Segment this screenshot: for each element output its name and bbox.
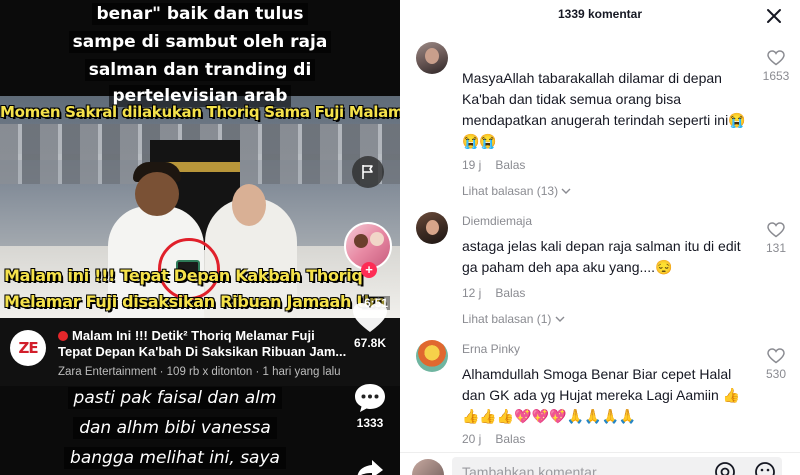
reply-button[interactable]: Balas <box>495 432 525 446</box>
embedded-video-info: ZE Malam Ini !!! Detik² Thoriq Melamar F… <box>0 318 400 386</box>
follow-button[interactable]: + <box>361 262 377 278</box>
heart-icon <box>767 348 785 364</box>
comment-text: MasyaAllah tabarakallah dilamar di depan… <box>462 70 746 149</box>
caption-line-3: salman dan tranding di <box>0 59 400 81</box>
subtitle-line-3: bangga melihat ini, saya <box>0 447 350 469</box>
reply-button[interactable]: Balas <box>495 286 525 300</box>
emoji-icon[interactable] <box>754 461 776 475</box>
comment-meta: 12 j Balas <box>462 286 525 300</box>
comment-like-button[interactable]: 530 <box>756 348 796 381</box>
comments-panel: 1339 komentar MasyaAllah tabarakallah di… <box>400 0 800 475</box>
report-button[interactable] <box>352 156 384 188</box>
comment-username[interactable]: Diemdiemaja <box>462 214 532 228</box>
share-icon <box>357 460 383 475</box>
comment-button[interactable]: 1333 <box>346 382 394 430</box>
subtitle-line-1: pasti pak faisal dan alm <box>0 387 350 409</box>
comment-text: astaga jelas kali depan raja salman itu … <box>462 238 741 275</box>
avatar <box>412 459 444 475</box>
embedded-video-meta: Zara Entertainment · 109 rb x ditonton ·… <box>58 366 341 378</box>
video-overlay-line-1: Malam ini !!! Tepat Depan Kakbah Thoriq <box>4 266 363 285</box>
comment-time: 20 j <box>462 432 482 446</box>
comments-header: 1339 komentar <box>400 0 800 28</box>
comments-count: 1339 komentar <box>557 7 643 21</box>
caption-line-2: sampe di sambut oleh raja <box>0 31 400 53</box>
comment-meta: 19 j Balas <box>462 158 525 172</box>
comment-icon <box>355 384 385 412</box>
like-count: 67.8K <box>353 336 387 350</box>
subtitle-line-2: dan alhm bibi vanessa <box>0 417 350 439</box>
comment-time: 12 j <box>462 286 482 300</box>
video-player[interactable]: benar" baik dan tulus sampe di sambut ol… <box>0 0 400 475</box>
channel-logo: ZE <box>10 330 46 366</box>
heart-icon <box>767 222 785 238</box>
avatar[interactable] <box>416 340 448 372</box>
comment-text: Alhamdullah Smoga Benar Biar cepet Halal… <box>462 366 741 424</box>
groom-head <box>135 172 179 216</box>
close-button[interactable] <box>762 4 786 28</box>
reply-button[interactable]: Balas <box>495 158 525 172</box>
heart-icon <box>353 303 387 332</box>
flag-icon <box>362 165 373 179</box>
comment-like-button[interactable]: 131 <box>756 222 796 255</box>
avatar[interactable] <box>416 42 448 74</box>
view-replies-button[interactable]: Lihat balasan (1) <box>462 312 565 326</box>
close-icon <box>767 9 781 23</box>
comment-meta: 20 j Balas <box>462 432 525 446</box>
embedded-video-title: Malam Ini !!! Detik² Thoriq Melamar Fuji… <box>58 328 347 359</box>
comment-like-count: 530 <box>765 367 787 381</box>
comment-like-button[interactable]: 1653 <box>756 50 796 83</box>
like-button[interactable]: 67.8K <box>346 302 394 350</box>
chevron-down-icon <box>561 188 571 194</box>
bride-face <box>232 184 266 226</box>
comment-like-count: 131 <box>765 241 787 255</box>
chevron-down-icon <box>555 316 565 322</box>
at-icon[interactable] <box>714 461 736 475</box>
comment-username[interactable]: Erna Pinky <box>462 342 520 356</box>
heart-icon <box>767 50 785 66</box>
live-dot-icon <box>58 331 68 341</box>
comment-like-count: 1653 <box>762 69 790 83</box>
view-replies-button[interactable]: Lihat balasan (13) <box>462 184 571 198</box>
comment-input-bar <box>400 452 800 475</box>
avatar[interactable] <box>416 212 448 244</box>
caption-line-1: benar" baik dan tulus <box>0 3 400 25</box>
share-button[interactable] <box>346 458 394 475</box>
video-overlay-line-2: Melamar Fuji disaksikan Ribuan Jamaah Um <box>4 292 386 311</box>
video-overlay-title: Momen Sakral dilakukan Thoriq Sama Fuji … <box>0 103 400 121</box>
comment-count: 1333 <box>356 416 384 430</box>
comment-time: 19 j <box>462 158 482 172</box>
